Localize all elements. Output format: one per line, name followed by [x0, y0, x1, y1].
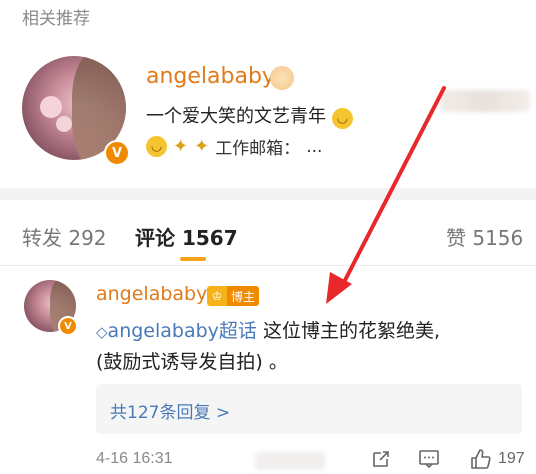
tab-reposts[interactable]: 转发 292 [22, 222, 107, 251]
interaction-tabs: 转发 292 评论 1567 赞 5156 [0, 200, 536, 266]
recommended-user-name[interactable]: angelababy [146, 64, 275, 89]
comment-icon[interactable] [418, 448, 440, 470]
comment-timestamp: 4-16 16:31 [96, 450, 173, 467]
verified-badge-icon: V [58, 316, 78, 336]
active-tab-indicator [180, 257, 206, 261]
super-topic-icon: ◇ [96, 323, 108, 341]
super-topic-link[interactable]: angelababy超话 [108, 320, 257, 342]
party-popper-icon: ✦ [173, 136, 189, 157]
view-replies-link[interactable]: 共127条回复 > [110, 398, 230, 423]
avatar-flower-decoration [40, 96, 62, 118]
comment-text-line1: 这位博主的花絮绝美, [256, 320, 441, 342]
tab-likes[interactable]: 赞 5156 [446, 222, 523, 251]
contact-ellipsis: ... [306, 136, 323, 157]
crown-icon: ♔ [207, 286, 227, 306]
recommended-user-contact-line: ◡ ✦ ✦ 工作邮箱： ... [146, 134, 322, 159]
comment-username[interactable]: angelababy [96, 283, 207, 305]
bio-text: 一个爱大笑的文艺青年 [146, 106, 326, 127]
blurred-region [440, 90, 530, 112]
recommended-user-bio: 一个爱大笑的文艺青年 ◡ [146, 102, 353, 129]
contact-label: 工作邮箱： [215, 139, 301, 159]
thumbs-up-icon[interactable] [470, 448, 492, 470]
author-badge: ♔ 博主 [207, 286, 260, 306]
skin-emoji-icon [270, 66, 294, 90]
author-badge-label: 博主 [227, 286, 260, 306]
tabs-divider [0, 265, 536, 266]
share-icon[interactable] [370, 448, 392, 470]
section-divider [0, 188, 536, 200]
comment-text-line2: (鼓励式诱导发自拍) 。 [96, 351, 288, 373]
section-title: 相关推荐 [22, 9, 90, 29]
tab-comments[interactable]: 评论 1567 [135, 222, 238, 251]
grinning-face-icon: ◡ [146, 136, 167, 157]
comment-text: ◇angelababy超话 这位博主的花絮绝美, (鼓励式诱导发自拍) 。 [96, 316, 516, 377]
verified-badge-icon: V [104, 140, 130, 166]
blurred-region [255, 452, 325, 470]
like-count: 197 [498, 450, 525, 467]
laughing-face-icon: ◡ [331, 108, 353, 129]
party-popper-icon: ✦ [194, 136, 210, 157]
avatar-flower-decoration [56, 116, 72, 132]
